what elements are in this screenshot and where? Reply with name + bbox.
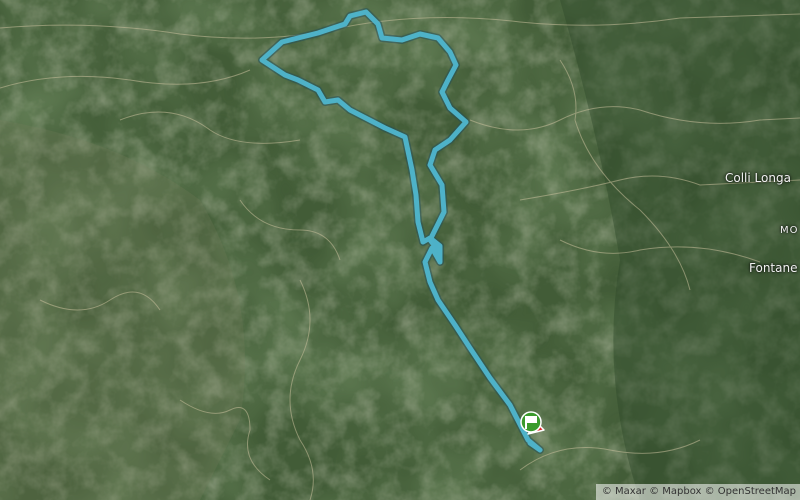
place-label-fontane: Fontane	[749, 261, 798, 275]
place-label-colli-longa: Colli Longa	[725, 171, 791, 185]
place-label-mo: MO	[780, 225, 799, 236]
satellite-map[interactable]	[0, 0, 800, 500]
map-attribution[interactable]: © Maxar © Mapbox © OpenStreetMap	[595, 484, 800, 500]
start-flag-icon[interactable]	[520, 411, 542, 433]
